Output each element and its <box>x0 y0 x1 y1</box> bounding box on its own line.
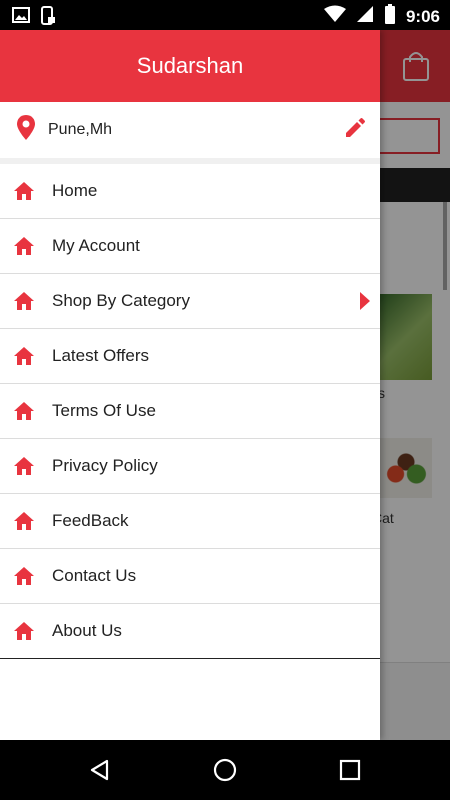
menu-item-about-us[interactable]: About Us <box>0 604 380 659</box>
status-time: 9:06 <box>405 6 440 26</box>
status-bar: 9:06 <box>0 0 450 30</box>
menu-item-feedback[interactable]: FeedBack <box>0 494 380 549</box>
menu-item-latest-offers[interactable]: Latest Offers <box>0 329 380 384</box>
menu-item-contact-us[interactable]: Contact Us <box>0 549 380 604</box>
menu-item-privacy-policy[interactable]: Privacy Policy <box>0 439 380 494</box>
home-icon <box>12 619 36 643</box>
back-icon[interactable] <box>88 758 112 787</box>
image-icon <box>12 6 30 31</box>
menu-item-label: Contact Us <box>52 566 137 585</box>
home-circle-icon[interactable] <box>213 758 237 787</box>
system-nav-bar <box>0 740 450 800</box>
menu-item-home[interactable]: Home <box>0 164 380 219</box>
drawer-title: Sudarshan <box>136 53 244 78</box>
home-icon <box>12 234 36 258</box>
menu-item-label: About Us <box>52 621 122 640</box>
home-icon <box>12 344 36 368</box>
location-text: Pune,Mh <box>48 121 113 138</box>
menu-item-label: Latest Offers <box>52 346 150 365</box>
home-icon <box>12 564 36 588</box>
wifi-icon <box>323 5 346 28</box>
home-icon <box>12 399 36 423</box>
home-icon <box>12 179 36 203</box>
signal-icon <box>356 5 374 28</box>
navigation-drawer: Sudarshan Pune,Mh Home My Account Shop B… <box>0 30 380 740</box>
menu-item-label: My Account <box>52 236 140 255</box>
home-icon <box>12 509 36 533</box>
phone-lock-icon <box>40 6 56 31</box>
location-row[interactable]: Pune,Mh <box>0 102 380 164</box>
home-icon <box>12 289 36 313</box>
menu-item-terms-of-use[interactable]: Terms Of Use <box>0 384 380 439</box>
chevron-right-icon[interactable] <box>360 292 370 310</box>
menu-item-my-account[interactable]: My Account <box>0 219 380 274</box>
recents-square-icon[interactable] <box>338 758 362 787</box>
location-pin-icon <box>16 114 36 146</box>
menu-item-label: Shop By Category <box>52 291 190 310</box>
battery-icon <box>384 4 396 29</box>
menu-item-shop-by-category[interactable]: Shop By Category <box>0 274 380 329</box>
menu-item-label: FeedBack <box>52 511 129 530</box>
menu-item-label: Terms Of Use <box>52 401 156 420</box>
drawer-menu: Home My Account Shop By Category Latest … <box>0 164 380 659</box>
drawer-header: Sudarshan <box>0 30 380 102</box>
edit-pencil-icon[interactable] <box>344 117 366 144</box>
menu-item-label: Privacy Policy <box>52 456 158 475</box>
menu-item-label: Home <box>52 181 98 200</box>
home-icon <box>12 454 36 478</box>
